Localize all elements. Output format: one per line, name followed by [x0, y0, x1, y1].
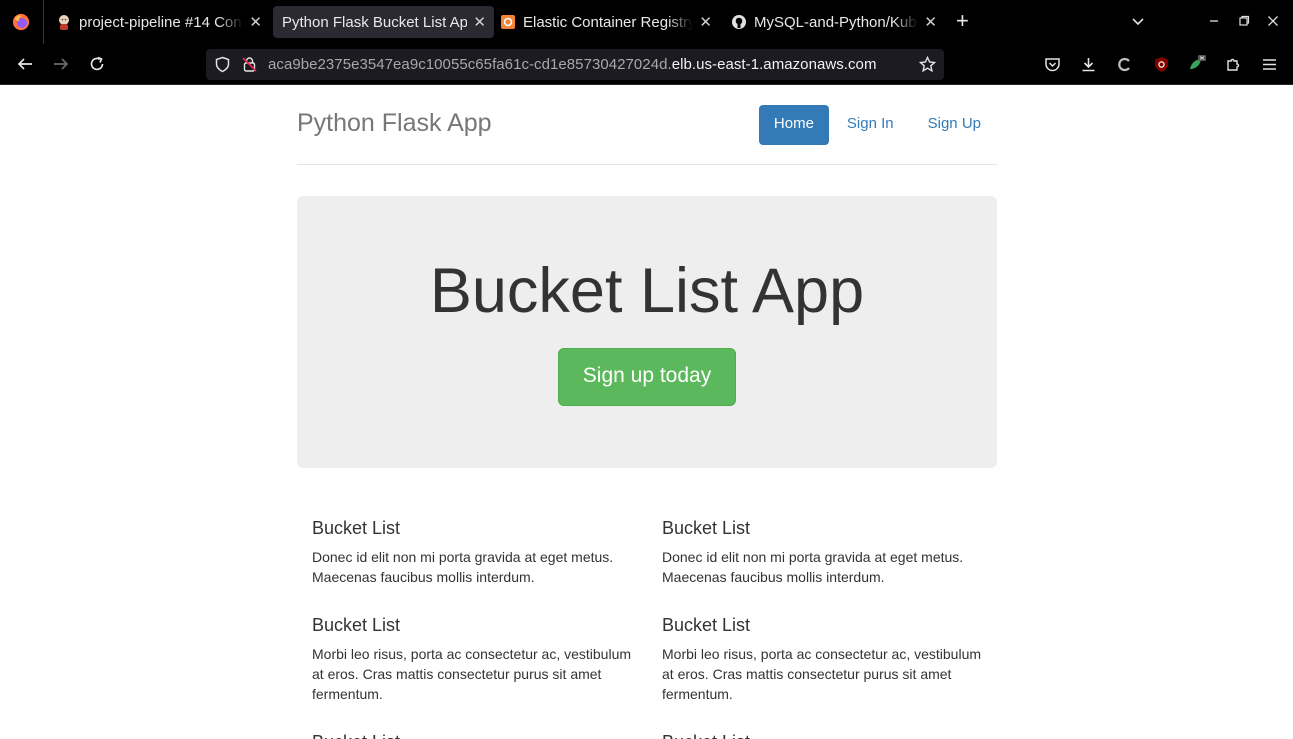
- url-host: elb.us-east-1.amazonaws.com: [671, 56, 877, 73]
- browser-tab-bar: project-pipeline #14 Console ✕ Python Fl…: [0, 0, 1293, 44]
- list-item: Bucket List Donec id elit non mi porta g…: [662, 517, 992, 587]
- web-page: Python Flask App Home Sign In Sign Up Bu…: [1, 85, 1293, 739]
- address-bar[interactable]: aca9be2375e3547ea9c10055c65fa61c-cd1e857…: [206, 49, 944, 80]
- url-text[interactable]: aca9be2375e3547ea9c10055c65fa61c-cd1e857…: [268, 56, 877, 73]
- aws-ecr-icon: [500, 14, 516, 30]
- nav-home[interactable]: Home: [758, 105, 829, 145]
- list-item: Bucket List Morbi leo risus, porta ac co…: [662, 614, 992, 704]
- hero-heading: Bucket List App: [429, 256, 865, 326]
- tab-title: MySQL-and-Python/Kubernetes: [754, 13, 918, 31]
- hamburger-menu-icon[interactable]: [1259, 54, 1279, 74]
- list-item: Bucket List: [662, 731, 992, 739]
- new-tab-button[interactable]: +: [956, 10, 969, 32]
- list-item-title: Bucket List: [312, 518, 401, 538]
- list-item-title: Bucket List: [312, 615, 401, 635]
- firefox-icon[interactable]: [12, 13, 30, 31]
- reload-icon[interactable]: [87, 54, 107, 74]
- tab-title: Elastic Container Registry: [523, 13, 694, 31]
- restore-icon[interactable]: [1238, 15, 1250, 27]
- tab-title: Python Flask Bucket List App: [282, 13, 468, 31]
- github-icon: [731, 14, 747, 30]
- brand-title: Python Flask App: [297, 109, 492, 137]
- close-window-icon[interactable]: [1267, 15, 1279, 27]
- tab-flask-app[interactable]: Python Flask Bucket List App ✕: [273, 6, 494, 38]
- list-item: Bucket List Morbi leo risus, porta ac co…: [312, 614, 642, 704]
- tab-ecr[interactable]: Elastic Container Registry ✕: [500, 6, 712, 38]
- bookmark-star-icon[interactable]: [919, 56, 936, 73]
- list-item-text: Morbi leo risus, porta ac consectetur ac…: [312, 646, 632, 702]
- list-all-tabs-icon[interactable]: [1131, 15, 1145, 29]
- list-item-text: Donec id elit non mi porta gravida at eg…: [662, 549, 964, 585]
- jenkins-icon: [56, 14, 72, 30]
- jumbotron: Bucket List App Sign up today: [297, 196, 997, 468]
- nav-sign-in[interactable]: Sign In: [831, 105, 910, 145]
- tab-github[interactable]: MySQL-and-Python/Kubernetes ✕: [731, 6, 937, 38]
- extensions-puzzle-icon[interactable]: [1223, 54, 1243, 74]
- close-icon[interactable]: ✕: [249, 13, 262, 31]
- browser-nav-bar: aca9be2375e3547ea9c10055c65fa61c-cd1e857…: [0, 44, 1293, 85]
- list-item-text: Donec id elit non mi porta gravida at eg…: [312, 549, 614, 585]
- pocket-icon[interactable]: [1042, 54, 1062, 74]
- list-item-title: Bucket List: [662, 615, 751, 635]
- close-icon[interactable]: ✕: [699, 13, 712, 31]
- tracking-shield-icon[interactable]: [214, 56, 231, 73]
- url-prefix: aca9be2375e3547ea9c10055c65fa61c-cd1e857…: [268, 56, 672, 73]
- tab-jenkins[interactable]: project-pipeline #14 Console ✕: [56, 6, 262, 38]
- list-item: Bucket List Donec id elit non mi porta g…: [312, 517, 642, 587]
- close-icon[interactable]: ✕: [924, 13, 937, 31]
- extension-leaf-icon[interactable]: [1187, 54, 1207, 74]
- page-container: Python Flask App Home Sign In Sign Up Bu…: [297, 85, 997, 739]
- list-item-title: Bucket List: [312, 731, 642, 739]
- forward-icon[interactable]: [51, 54, 71, 74]
- tab-title: project-pipeline #14 Console: [79, 13, 243, 31]
- list-item-title: Bucket List: [662, 731, 992, 739]
- nav-sign-up[interactable]: Sign Up: [912, 105, 997, 145]
- close-icon[interactable]: ✕: [473, 13, 486, 31]
- downloads-icon[interactable]: [1078, 54, 1098, 74]
- site-header: Python Flask App Home Sign In Sign Up: [297, 85, 997, 165]
- ublock-origin-icon[interactable]: [1151, 54, 1171, 74]
- back-icon[interactable]: [15, 54, 35, 74]
- sign-up-today-button[interactable]: Sign up today: [558, 348, 736, 406]
- extension-c-icon[interactable]: [1114, 54, 1134, 74]
- minimize-icon[interactable]: [1208, 15, 1220, 27]
- main-nav: Home Sign In Sign Up: [757, 105, 997, 145]
- list-item: Bucket List: [312, 731, 642, 739]
- tab-separator: [43, 0, 44, 44]
- insecure-lock-icon[interactable]: [241, 56, 258, 73]
- list-item-title: Bucket List: [662, 518, 751, 538]
- list-item-text: Morbi leo risus, porta ac consectetur ac…: [662, 646, 982, 702]
